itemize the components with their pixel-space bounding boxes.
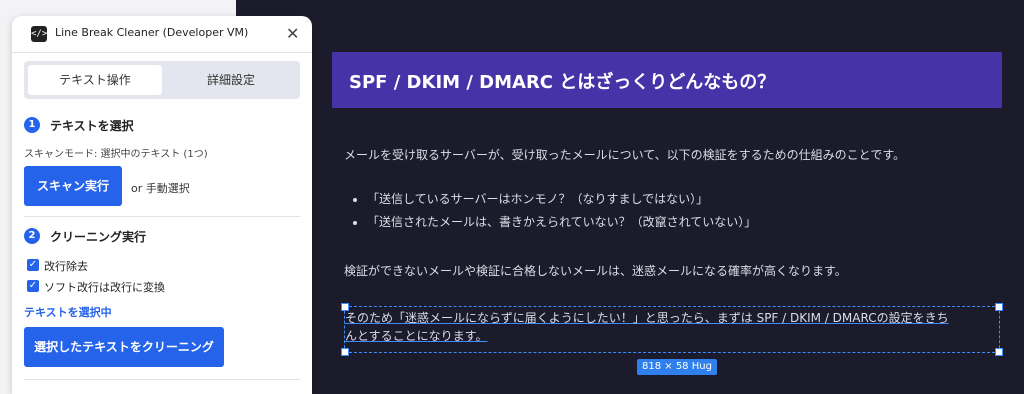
tab-text-operations[interactable]: テキスト操作 xyxy=(28,65,162,95)
tab-bar: テキスト操作 詳細設定 xyxy=(24,61,300,99)
clean-selected-button[interactable]: 選択したテキストをクリーニング xyxy=(24,327,224,367)
divider xyxy=(24,216,300,217)
selected-text-line1: そのため「迷惑メールにならずに届くようにしたい！」と思ったら、まずは SPF /… xyxy=(345,311,949,325)
code-icon: </> xyxy=(31,26,47,42)
resize-handle-top-left[interactable] xyxy=(341,303,349,311)
remove-linebreak-label[interactable]: 改行除去 xyxy=(44,258,88,274)
selected-text: そのため「迷惑メールにならずに届くようにしたい！」と思ったら、まずは SPF /… xyxy=(345,309,999,345)
intro-text[interactable]: メールを受け取るサーバーが、受け取ったメールについて、以下の検証をするための仕組… xyxy=(344,146,905,163)
bullet-item-1[interactable]: 「送信しているサーバーはホンモノ？（なりすましではない）」 xyxy=(353,190,708,207)
step-number: 2 xyxy=(24,228,40,244)
resize-handle-bottom-right[interactable] xyxy=(995,348,1003,356)
heading-text: SPF / DKIM / DMARC とはざっくりどんなもの？ xyxy=(349,72,776,93)
design-canvas[interactable]: SPF / DKIM / DMARC とはざっくりどんなもの？ メールを受け取る… xyxy=(236,0,1024,394)
soft-break-label[interactable]: ソフト改行は改行に変換 xyxy=(44,279,165,295)
close-icon[interactable]: ✕ xyxy=(286,24,299,43)
panel-header: </> Line Break Cleaner (Developer VM) ✕ xyxy=(12,16,312,53)
scan-mode-text: スキャンモード: 選択中のテキスト (1つ) xyxy=(24,149,208,160)
panel-title: Line Break Cleaner (Developer VM) xyxy=(55,26,249,39)
bullet-text: 「送信しているサーバーはホンモノ？（なりすましではない）」 xyxy=(367,192,709,206)
bullet-dot-icon xyxy=(353,197,357,202)
heading-frame[interactable]: SPF / DKIM / DMARC とはざっくりどんなもの？ xyxy=(332,52,1002,108)
step-2-title: クリーニング実行 xyxy=(50,230,147,244)
extension-panel: </> Line Break Cleaner (Developer VM) ✕ … xyxy=(12,16,312,394)
step-1-badge: 1 xyxy=(24,117,46,139)
selection-status-link[interactable]: テキストを選択中 xyxy=(24,304,112,320)
manual-select-text[interactable]: or 手動選択 xyxy=(131,180,190,196)
bullet-text: 「送信されたメールは、書きかえられていない？（改竄されていない）」 xyxy=(367,215,757,229)
step-1-title: テキストを選択 xyxy=(50,119,134,133)
scan-button[interactable]: スキャン実行 xyxy=(24,166,122,206)
remove-linebreak-checkbox[interactable]: ✓ xyxy=(27,259,39,271)
soft-break-checkbox[interactable]: ✓ xyxy=(27,280,39,292)
divider xyxy=(24,379,300,380)
resize-handle-bottom-left[interactable] xyxy=(341,348,349,356)
size-badge: 818 × 58 Hug xyxy=(637,359,717,375)
selected-text-frame[interactable]: そのため「迷惑メールにならずに届くようにしたい！」と思ったら、まずは SPF /… xyxy=(341,303,1003,356)
bullet-item-2[interactable]: 「送信されたメールは、書きかえられていない？（改竄されていない）」 xyxy=(353,213,756,230)
resize-handle-top-right[interactable] xyxy=(995,303,1003,311)
step-number: 1 xyxy=(24,117,40,133)
bullet-dot-icon xyxy=(353,220,357,225)
selected-text-line2: んとすることになります。 xyxy=(345,329,488,343)
step-2-badge: 2 xyxy=(24,228,46,250)
warning-text[interactable]: 検証ができないメールや検証に合格しないメールは、迷惑メールになる確率が高くなりま… xyxy=(344,262,847,279)
tab-advanced-settings[interactable]: 詳細設定 xyxy=(166,65,296,95)
